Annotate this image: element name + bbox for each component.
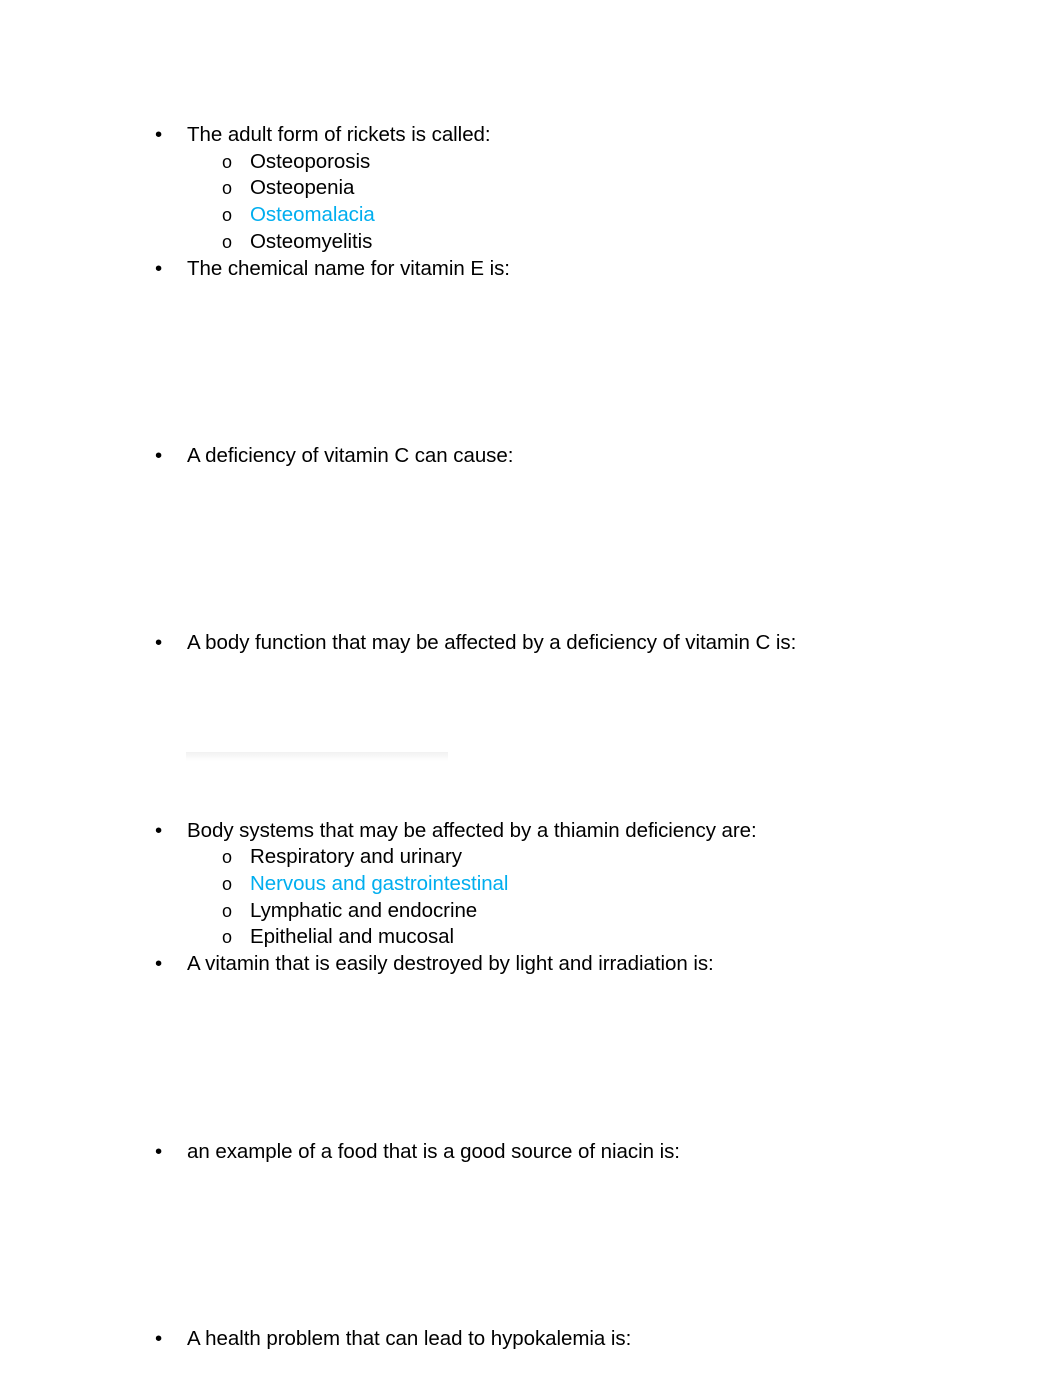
- answer-option-blank: [187, 737, 1062, 764]
- question-text: A vitamin that is easily destroyed by li…: [187, 952, 714, 976]
- answer-option-blank: [187, 309, 1062, 336]
- answer-option-blank: [187, 550, 1062, 577]
- answer-option-label: Osteomyelitis: [250, 229, 373, 253]
- question-text: The chemical name for vitamin E is:: [187, 256, 510, 280]
- answer-option-list: [187, 1165, 1062, 1326]
- option-marker-icon: o: [222, 900, 232, 921]
- question-list: • The adult form of rickets is called: o Os…: [140, 122, 1062, 1352]
- question-text: The adult form of rickets is called:: [187, 123, 491, 146]
- question-item: • The adult form of rickets is called: o Os…: [140, 122, 1062, 256]
- answer-option-blank: [187, 1005, 1062, 1032]
- answer-option-list: [187, 282, 1062, 443]
- question-item: • an example of a food that is a good sou…: [140, 1139, 1062, 1326]
- answer-option-blank: [187, 1272, 1062, 1299]
- answer-option-list: [187, 469, 1062, 630]
- answer-option-label: Epithelial and mucosal: [250, 925, 455, 949]
- answer-option-blank: [187, 577, 1062, 604]
- option-marker-icon: o: [222, 847, 232, 868]
- answer-option-label: Osteomalacia: [250, 203, 375, 227]
- answer-option-blank: [187, 603, 1062, 630]
- bullet-point-icon: •: [155, 123, 163, 146]
- answer-option-blank: [187, 416, 1062, 443]
- option-marker-icon: o: [222, 205, 232, 226]
- answer-option[interactable]: o Osteoporosis: [187, 149, 1062, 176]
- answer-option-blank: [187, 1165, 1062, 1192]
- answer-option-blank: [187, 1085, 1062, 1112]
- answer-option-blank: [187, 523, 1062, 550]
- answer-option[interactable]: o Osteomyelitis: [187, 229, 1062, 256]
- answer-option-blank: [187, 496, 1062, 523]
- answer-option-blank: [187, 978, 1062, 1005]
- bullet-point-icon: •: [155, 443, 163, 467]
- question-text: Body systems that may be affected by a t…: [187, 818, 757, 842]
- answer-option-blank: [187, 336, 1062, 363]
- option-marker-icon: o: [222, 927, 232, 948]
- answer-option-label: Osteopenia: [250, 176, 355, 200]
- bullet-point-icon: •: [155, 952, 163, 976]
- question-item: • Body systems that may be affected by a …: [140, 818, 1062, 952]
- document-page: • The adult form of rickets is called: o Os…: [0, 0, 1062, 1377]
- answer-option-blank: [187, 1031, 1062, 1058]
- answer-option-blank: [187, 1112, 1062, 1139]
- question-text: an example of a food that is a good sour…: [187, 1139, 680, 1163]
- bullet-point-icon: •: [155, 631, 163, 655]
- answer-option[interactable]: o Osteopenia: [187, 175, 1062, 202]
- question-text: A body function that may be affected by …: [187, 631, 797, 655]
- answer-option-blank: [187, 764, 1062, 791]
- answer-option-blank: [187, 710, 1062, 737]
- answer-option-blank: [187, 1245, 1062, 1272]
- answer-option-label: Nervous and gastrointestinal: [250, 871, 509, 895]
- answer-option-blank: [187, 684, 1062, 711]
- answer-option[interactable]: o Epithelial and mucosal: [187, 924, 1062, 951]
- answer-option-blank: [187, 1299, 1062, 1326]
- question-item: • A body function that may be affected by…: [140, 630, 1062, 817]
- question-item: • The chemical name for vitamin E is:: [140, 256, 1062, 443]
- answer-option-blank: [187, 282, 1062, 309]
- bullet-point-icon: •: [155, 818, 163, 842]
- answer-option-list: [187, 657, 1062, 818]
- answer-option-blank: [187, 469, 1062, 496]
- option-marker-icon: o: [222, 231, 232, 252]
- answer-option[interactable]: o Respiratory and urinary: [187, 844, 1062, 871]
- answer-option-blank: [187, 657, 1062, 684]
- bullet-point-icon: •: [155, 1139, 163, 1163]
- answer-option-label: Osteoporosis: [250, 149, 371, 173]
- answer-option-list: o Osteoporosis o Osteopenia o Osteomalacia o Os…: [187, 149, 1062, 256]
- answer-option[interactable]: o Nervous and gastrointestinal: [187, 871, 1062, 898]
- question-text: A health problem that can lead to hypoka…: [187, 1326, 632, 1350]
- answer-option[interactable]: o Osteomalacia: [187, 202, 1062, 229]
- question-item: • A health problem that can lead to hypok…: [140, 1326, 1062, 1353]
- question-text: A deficiency of vitamin C can cause:: [187, 443, 514, 467]
- answer-option-blank: [187, 791, 1062, 818]
- answer-option-blank: [187, 1219, 1062, 1246]
- document-body: • The adult form of rickets is called: o Os…: [0, 0, 1062, 1352]
- question-item: • A vitamin that is easily destroyed by l…: [140, 951, 1062, 1138]
- bullet-point-icon: •: [155, 1326, 163, 1350]
- bullet-point-icon: •: [155, 256, 163, 280]
- option-marker-icon: o: [222, 151, 232, 172]
- option-marker-icon: o: [222, 178, 232, 199]
- answer-option[interactable]: o Lymphatic and endocrine: [187, 898, 1062, 925]
- answer-option-blank: [187, 389, 1062, 416]
- question-item: • A deficiency of vitamin C can cause:: [140, 443, 1062, 630]
- answer-option-list: [187, 978, 1062, 1139]
- answer-option-label: Lymphatic and endocrine: [250, 898, 478, 922]
- answer-option-blank: [187, 1058, 1062, 1085]
- answer-option-label: Respiratory and urinary: [250, 845, 462, 869]
- answer-option-blank: [187, 363, 1062, 390]
- answer-option-list: o Respiratory and urinary o Nervous and gas…: [187, 844, 1062, 951]
- option-marker-icon: o: [222, 873, 232, 894]
- answer-option-blank: [187, 1192, 1062, 1219]
